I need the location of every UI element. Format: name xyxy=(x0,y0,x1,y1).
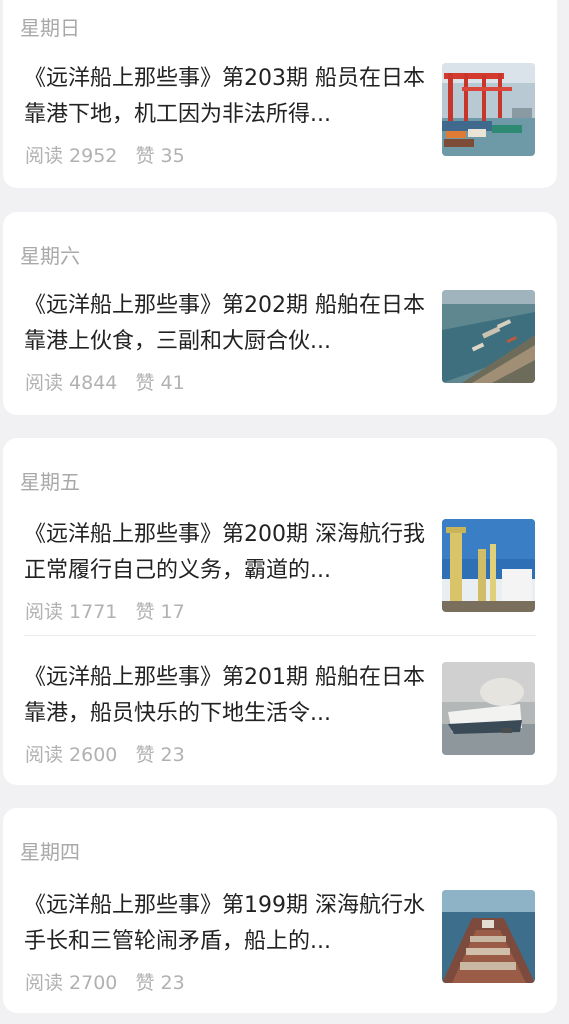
article-stats: 阅读 2700 赞 23 xyxy=(25,968,185,995)
read-count: 阅读 2952 xyxy=(25,145,118,167)
article-item[interactable]: 《远洋船上那些事》第199期 深海航行水手长和三管轮闹矛盾，船上的... 阅读 … xyxy=(3,888,557,1013)
day-label: 星期四 xyxy=(20,840,80,864)
article-title[interactable]: 《远洋船上那些事》第201期 船舶在日本靠港，船员快乐的下地生活令... xyxy=(24,660,429,732)
bulk-carrier-deck-image[interactable] xyxy=(442,890,535,983)
article-stats: 阅读 1771 赞 17 xyxy=(25,597,185,624)
article-item[interactable]: 《远洋船上那些事》第200期 深海航行我正常履行自己的义务，霸道的... 阅读 … xyxy=(3,517,557,647)
day-group-card: 星期五 《远洋船上那些事》第200期 深海航行我正常履行自己的义务，霸道的...… xyxy=(3,438,557,785)
read-count: 阅读 4844 xyxy=(25,372,118,394)
day-label: 星期六 xyxy=(20,244,80,268)
article-item[interactable]: 《远洋船上那些事》第201期 船舶在日本靠港，船员快乐的下地生活令... 阅读 … xyxy=(3,660,557,785)
article-title[interactable]: 《远洋船上那些事》第200期 深海航行我正常履行自己的义务，霸道的... xyxy=(24,517,429,589)
like-count: 赞 41 xyxy=(135,372,185,394)
read-count: 阅读 1771 xyxy=(25,601,118,623)
day-group-card: 星期六 《远洋船上那些事》第202期 船舶在日本靠港上伙食，三副和大厨合伙...… xyxy=(3,212,557,415)
article-item[interactable]: 《远洋船上那些事》第202期 船舶在日本靠港上伙食，三副和大厨合伙... 阅读 … xyxy=(3,288,557,415)
like-count: 赞 35 xyxy=(135,145,185,167)
day-group-card: 星期日 《远洋船上那些事》第203期 船员在日本靠港下地，机工因为非法所得...… xyxy=(3,0,557,188)
read-count: 阅读 2700 xyxy=(25,972,118,994)
article-stats: 阅读 4844 赞 41 xyxy=(25,368,185,395)
day-label: 星期五 xyxy=(20,470,80,494)
article-item[interactable]: 《远洋船上那些事》第203期 船员在日本靠港下地，机工因为非法所得... 阅读 … xyxy=(3,61,557,188)
article-stats: 阅读 2952 赞 35 xyxy=(25,141,185,168)
port-cranes-image[interactable] xyxy=(442,63,535,156)
article-divider xyxy=(24,635,536,636)
article-title[interactable]: 《远洋船上那些事》第199期 深海航行水手长和三管轮闹矛盾，船上的... xyxy=(24,888,429,960)
like-count: 赞 23 xyxy=(135,972,185,994)
article-title[interactable]: 《远洋船上那些事》第202期 船舶在日本靠港上伙食，三副和大厨合伙... xyxy=(24,288,429,360)
harbor-aerial-image[interactable] xyxy=(442,290,535,383)
day-label: 星期日 xyxy=(20,16,80,40)
like-count: 赞 23 xyxy=(135,744,185,766)
day-group-card: 星期四 《远洋船上那些事》第199期 深海航行水手长和三管轮闹矛盾，船上的...… xyxy=(3,808,557,1013)
like-count: 赞 17 xyxy=(135,601,185,623)
article-title[interactable]: 《远洋船上那些事》第203期 船员在日本靠港下地，机工因为非法所得... xyxy=(24,61,429,133)
article-stats: 阅读 2600 赞 23 xyxy=(25,740,185,767)
car-carrier-ship-image[interactable] xyxy=(442,662,535,755)
ship-crane-deck-image[interactable] xyxy=(442,519,535,612)
read-count: 阅读 2600 xyxy=(25,744,118,766)
